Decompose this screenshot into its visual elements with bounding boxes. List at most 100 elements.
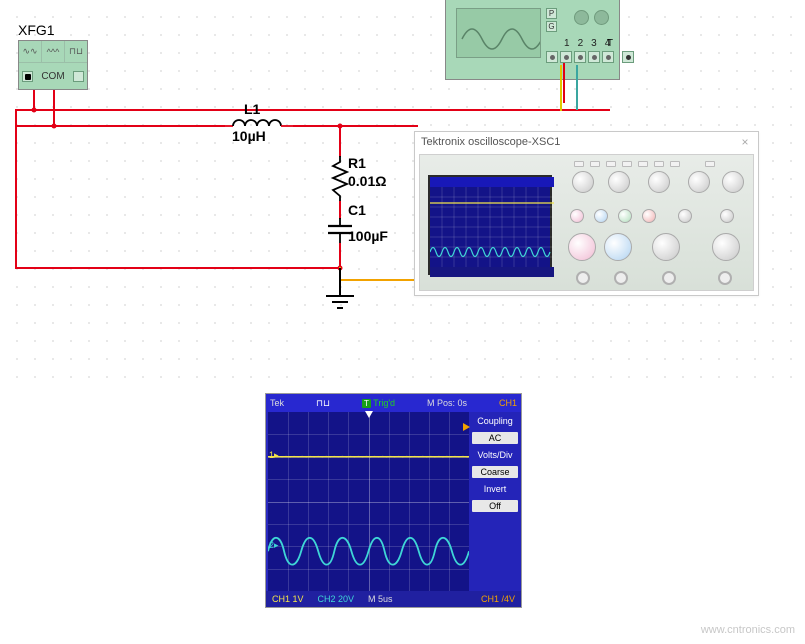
scope-mini-screen [428, 175, 552, 275]
menu-button[interactable] [705, 161, 715, 167]
scope-pin-p[interactable]: P [546, 8, 557, 19]
scope-channel-numbers: 1 2 3 4 [564, 38, 610, 49]
knob-trigger[interactable] [712, 233, 740, 261]
wire [293, 125, 418, 127]
knob-icon[interactable] [570, 209, 584, 223]
xfg1-pin-plus[interactable] [22, 71, 33, 82]
resistor-r1[interactable] [330, 156, 350, 202]
scope-port-1[interactable] [560, 51, 572, 63]
scope-window-title: Tektronix oscilloscope-XSC1 [421, 136, 560, 148]
junction-dot [32, 108, 37, 113]
knob-icon[interactable] [594, 209, 608, 223]
invert-button[interactable]: Off [472, 500, 518, 512]
menu-button[interactable] [590, 161, 600, 167]
xfg1-ref: XFG1 [18, 22, 88, 38]
menu-button[interactable] [670, 161, 680, 167]
menu-button[interactable] [574, 161, 584, 167]
wire [560, 65, 562, 111]
scope-port-t-label: T [607, 38, 613, 49]
close-icon[interactable]: × [738, 135, 752, 149]
run-stop-icon: ⊓⊔ [316, 398, 330, 409]
trigger-readout: CH1 /4V [481, 594, 515, 604]
oscilloscope-window[interactable]: Tektronix oscilloscope-XSC1 × Tektronix [414, 131, 759, 296]
menu-button[interactable] [606, 161, 616, 167]
scope-photo: Tektronix [419, 154, 754, 291]
voltsdiv-button[interactable]: Coarse [472, 466, 518, 478]
scope-pg-pins: P G [546, 8, 557, 32]
junction-dot [52, 124, 57, 129]
timebase-readout: M 5us [368, 594, 393, 604]
scope-port-p[interactable] [546, 51, 558, 63]
wire [15, 109, 610, 111]
wire [339, 125, 341, 157]
knob-volts-ch1[interactable] [568, 233, 596, 261]
knob-volts-ch2[interactable] [604, 233, 632, 261]
xfg1-pin-minus[interactable] [73, 71, 84, 82]
scope-module-xsc1[interactable]: P G 1 2 3 4 T [445, 0, 620, 80]
wire [15, 109, 17, 269]
menu-button[interactable] [622, 161, 632, 167]
menu-button[interactable] [654, 161, 664, 167]
mpos-readout: M Pos: 0s [427, 398, 467, 408]
wire [563, 63, 565, 103]
l1-value: 10µH [232, 128, 266, 144]
xfg1-body[interactable]: ∿∿ ^^^ ⊓⊔ COM [18, 40, 88, 90]
ch1-scale: CH1 1V [272, 594, 304, 604]
l1-ref: L1 [244, 101, 260, 117]
ground-symbol [324, 294, 356, 315]
wave-tri-icon[interactable]: ^^^ [42, 41, 65, 62]
knob-icon[interactable] [722, 171, 744, 193]
scope-port-t[interactable] [622, 51, 634, 63]
bnc-ext[interactable] [662, 271, 676, 285]
knob-icon[interactable] [720, 209, 734, 223]
scope-panel [560, 155, 753, 290]
scope-module-screen [456, 8, 541, 58]
bnc-ch1[interactable] [576, 271, 590, 285]
scope-grid: 1▸ 2▸ [268, 412, 469, 591]
bnc-trig[interactable] [718, 271, 732, 285]
scope-knob[interactable] [594, 10, 609, 25]
coupling-button[interactable]: AC [472, 432, 518, 444]
knob-icon[interactable] [648, 171, 670, 193]
wire [15, 125, 225, 127]
active-channel: CH1 [499, 398, 517, 408]
knob-icon[interactable] [642, 209, 656, 223]
scope-port-2[interactable] [574, 51, 586, 63]
invert-label: Invert [472, 484, 518, 494]
trig-badge: T [362, 399, 371, 408]
r1-ref: R1 [348, 155, 366, 171]
wave-square-icon[interactable]: ⊓⊔ [65, 41, 87, 62]
scope-window-titlebar[interactable]: Tektronix oscilloscope-XSC1 × [415, 132, 758, 152]
scope-port-4[interactable] [602, 51, 614, 63]
knob-icon[interactable] [678, 209, 692, 223]
knob-icon[interactable] [688, 171, 710, 193]
scope-port-3[interactable] [588, 51, 600, 63]
scope-knob[interactable] [574, 10, 589, 25]
c1-value: 100µF [348, 228, 388, 244]
menu-button[interactable] [638, 161, 648, 167]
watermark: www.cntronics.com [701, 624, 795, 636]
knob-icon[interactable] [608, 171, 630, 193]
coupling-label: Coupling [472, 416, 518, 426]
scope-bottom-bar: CH1 1V CH2 20V M 5us CH1 /4V [266, 591, 521, 607]
trig-state: Trig'd [373, 398, 395, 408]
knob-timebase[interactable] [652, 233, 680, 261]
wire [339, 268, 341, 296]
wire [339, 201, 341, 219]
scope-ports-row [546, 51, 634, 63]
wave-sine-icon[interactable]: ∿∿ [19, 41, 42, 62]
scope-top-bar: Tek ⊓⊔ T Trig'd M Pos: 0s CH1 [266, 394, 521, 412]
c1-ref: C1 [348, 202, 366, 218]
scope-pin-g[interactable]: G [546, 21, 557, 32]
wire [53, 90, 55, 126]
voltsdiv-label: Volts/Div [472, 450, 518, 460]
function-generator-xfg1[interactable]: XFG1 ∿∿ ^^^ ⊓⊔ COM [18, 22, 88, 90]
knob-icon[interactable] [572, 171, 594, 193]
xfg1-waveforms: ∿∿ ^^^ ⊓⊔ [19, 41, 87, 63]
r1-value: 0.01Ω [348, 173, 386, 189]
ch2-scale: CH2 20V [318, 594, 355, 604]
wire [339, 243, 341, 268]
bnc-ch2[interactable] [614, 271, 628, 285]
knob-icon[interactable] [618, 209, 632, 223]
schematic-canvas[interactable]: XFG1 ∿∿ ^^^ ⊓⊔ COM P G 1 [0, 0, 805, 644]
